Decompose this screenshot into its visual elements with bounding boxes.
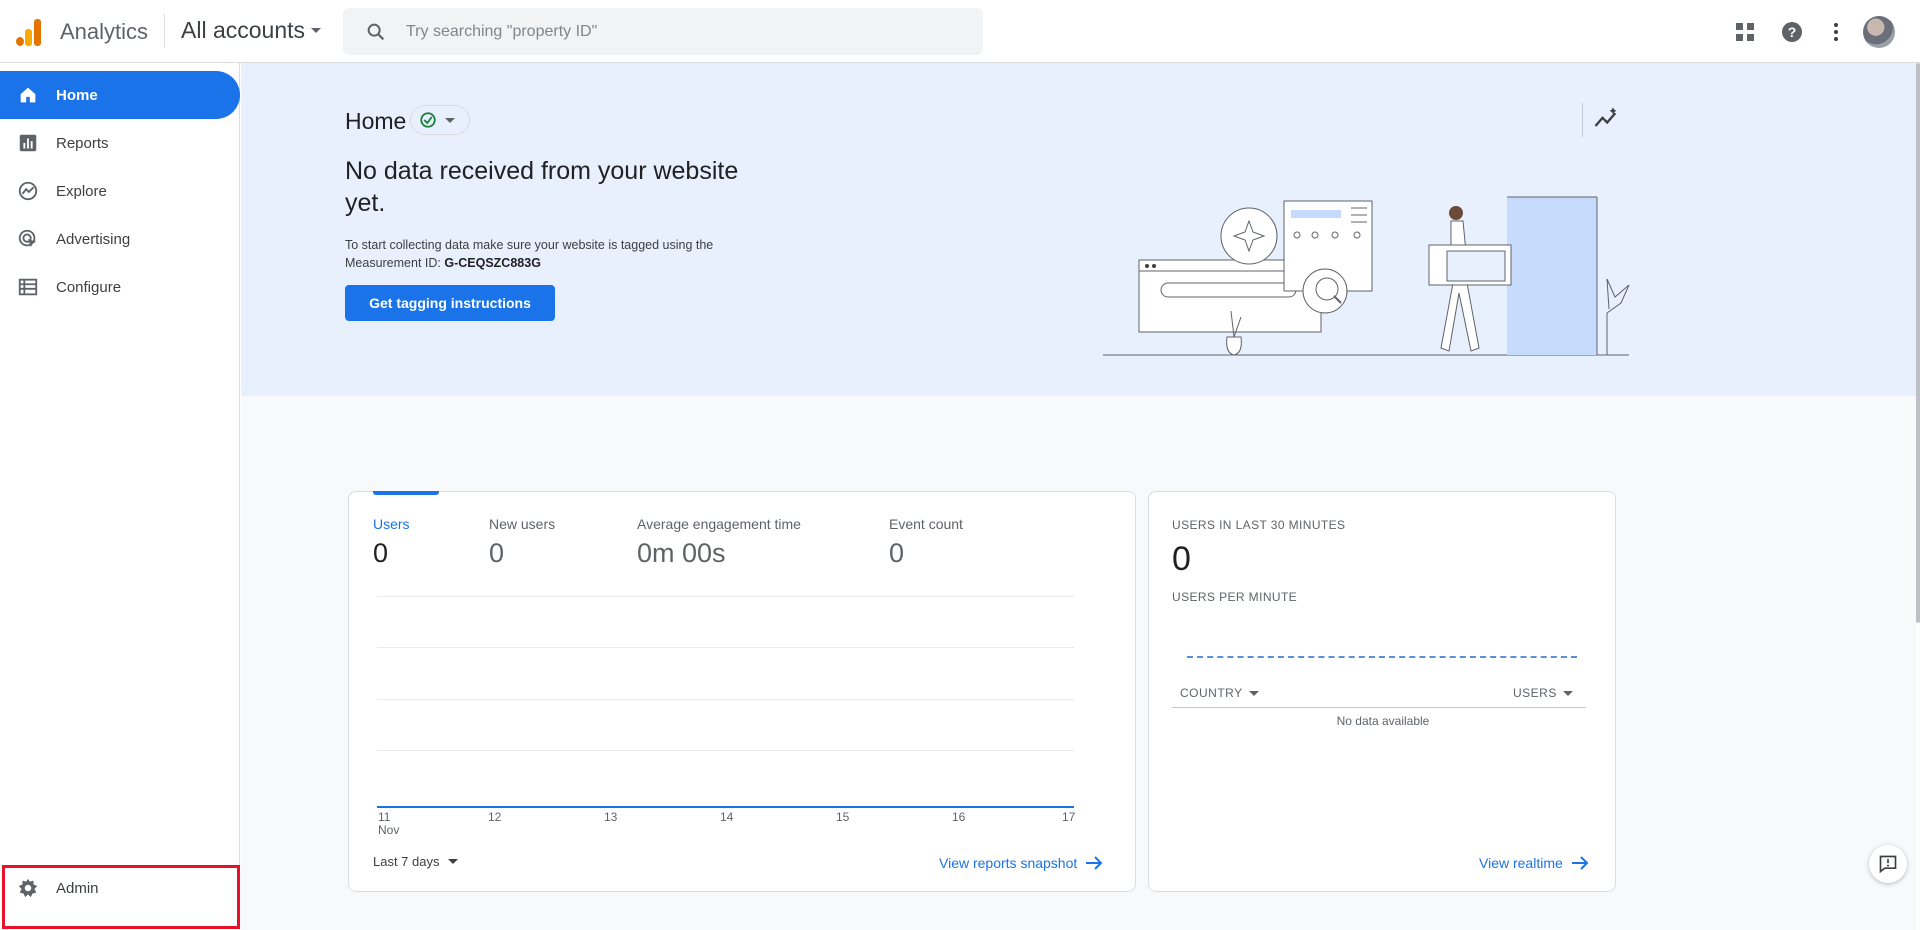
data-status-chip[interactable]: [410, 105, 470, 135]
chevron-down-icon: [1248, 690, 1259, 696]
sidebar-item-configure[interactable]: Configure: [0, 263, 240, 311]
top-bar: Analytics All accounts ?: [0, 0, 1920, 63]
admin-highlight-box: [2, 865, 240, 929]
search-bar[interactable]: [343, 8, 983, 55]
view-reports-snapshot-link[interactable]: View reports snapshot: [939, 855, 1103, 871]
divider: [164, 14, 165, 48]
x-tick-label: 15: [836, 810, 850, 824]
sidebar: Home Reports Explore Advertising Configu…: [0, 63, 240, 930]
advertising-icon: [18, 229, 37, 248]
metric-label: Event count: [889, 516, 963, 532]
link-label: View reports snapshot: [939, 855, 1078, 871]
country-column-header[interactable]: COUNTRY: [1180, 686, 1259, 700]
hero-heading: No data received from your website yet.: [345, 157, 739, 217]
chevron-down-icon: [445, 117, 455, 123]
date-range-selector[interactable]: Last 7 days: [373, 854, 458, 869]
x-tick-label: 16: [952, 810, 966, 824]
hero-banner: Home No data received from your website …: [241, 63, 1916, 396]
home-icon: [20, 87, 36, 103]
page-title: Home: [345, 108, 407, 134]
realtime-title: USERS IN LAST 30 MINUTES: [1172, 518, 1346, 532]
view-realtime-link[interactable]: View realtime: [1479, 855, 1589, 871]
sidebar-item-advertising[interactable]: Advertising: [0, 215, 240, 263]
grid-line: [377, 750, 1074, 751]
account-selector-label: All accounts: [181, 17, 306, 43]
account-avatar[interactable]: [1863, 16, 1895, 48]
users-per-minute-sparkline: [1187, 656, 1577, 658]
arrow-right-icon: [1571, 856, 1589, 870]
search-icon: [367, 23, 385, 40]
metric-label: Users: [373, 516, 410, 532]
app-name: Analytics: [60, 19, 149, 44]
chevron-down-icon: [1562, 690, 1573, 696]
sidebar-item-label: Configure: [56, 278, 122, 296]
help-icon[interactable]: ?: [1780, 20, 1804, 44]
sidebar-item-label: Home: [56, 86, 98, 104]
series-line: [377, 806, 1074, 808]
sidebar-item-home[interactable]: Home: [0, 71, 240, 119]
metric-label: Average engagement time: [637, 516, 801, 532]
main-content: Home No data received from your website …: [241, 63, 1916, 930]
check-circle-icon: [420, 112, 436, 128]
column-label: COUNTRY: [1180, 686, 1243, 700]
chevron-down-icon: [447, 859, 458, 864]
metric-users[interactable]: Users 0: [373, 516, 410, 569]
configure-icon: [18, 278, 38, 296]
website-illustration: [1103, 196, 1630, 356]
empty-state-text: No data available: [1336, 714, 1430, 728]
search-input[interactable]: [406, 22, 926, 41]
explore-icon: [18, 181, 38, 201]
divider: [1582, 103, 1583, 137]
scrollbar[interactable]: [1916, 63, 1920, 623]
sidebar-item-explore[interactable]: Explore: [0, 167, 240, 215]
metric-event-count[interactable]: Event count 0: [889, 516, 963, 569]
table-divider: [1172, 707, 1586, 708]
account-selector[interactable]: All accounts: [181, 17, 322, 44]
users-column-header[interactable]: USERS: [1513, 686, 1573, 700]
feedback-icon: [1879, 855, 1897, 874]
svg-text:?: ?: [1788, 24, 1797, 40]
metric-new-users[interactable]: New users 0: [489, 516, 555, 569]
feedback-button[interactable]: [1869, 845, 1907, 883]
metric-label: New users: [489, 516, 556, 532]
bar-chart-icon: [19, 134, 37, 152]
more-vert-icon[interactable]: [1824, 20, 1848, 44]
sidebar-item-label: Reports: [56, 134, 109, 152]
metric-value: 0: [489, 538, 505, 568]
x-tick-label: 12: [488, 810, 502, 824]
metric-value: 0: [373, 538, 389, 568]
sidebar-item-label: Advertising: [56, 230, 131, 248]
x-tick-label: 11: [378, 810, 391, 824]
arrow-right-icon: [1086, 856, 1103, 870]
selected-tab-indicator: [373, 491, 439, 495]
x-tick-sublabel: Nov: [378, 823, 400, 837]
metric-average-engagement-time[interactable]: Average engagement time 0m 00s: [637, 516, 801, 569]
x-tick-label: 13: [604, 810, 618, 824]
metric-value: 0m 00s: [637, 538, 726, 568]
measurement-id: G-CEQSZC883G: [444, 256, 541, 270]
grid-line: [377, 699, 1074, 700]
x-tick-label: 14: [720, 810, 734, 824]
sidebar-item-reports[interactable]: Reports: [0, 119, 240, 167]
chevron-down-icon: [311, 28, 322, 33]
overview-card: Users 0 New users 0 Average engagement t…: [348, 491, 1136, 892]
get-tagging-instructions-button[interactable]: Get tagging instructions: [345, 285, 555, 321]
link-label: View realtime: [1479, 855, 1563, 871]
x-tick-label: 17: [1062, 810, 1076, 824]
realtime-subtitle: USERS PER MINUTE: [1172, 590, 1298, 604]
realtime-users-value: 0: [1172, 540, 1191, 578]
realtime-card: USERS IN LAST 30 MINUTES 0 USERS PER MIN…: [1148, 491, 1616, 892]
grid-line: [377, 647, 1074, 648]
grid-line: [377, 596, 1074, 597]
column-label: USERS: [1513, 686, 1557, 700]
hero-body: To start collecting data make sure your …: [345, 236, 775, 272]
date-range-label: Last 7 days: [373, 854, 440, 869]
apps-grid-icon[interactable]: [1733, 20, 1757, 44]
sidebar-item-label: Explore: [56, 182, 107, 200]
insights-icon[interactable]: [1592, 105, 1620, 133]
analytics-logo-icon[interactable]: [14, 18, 42, 46]
metric-value: 0: [889, 538, 905, 568]
